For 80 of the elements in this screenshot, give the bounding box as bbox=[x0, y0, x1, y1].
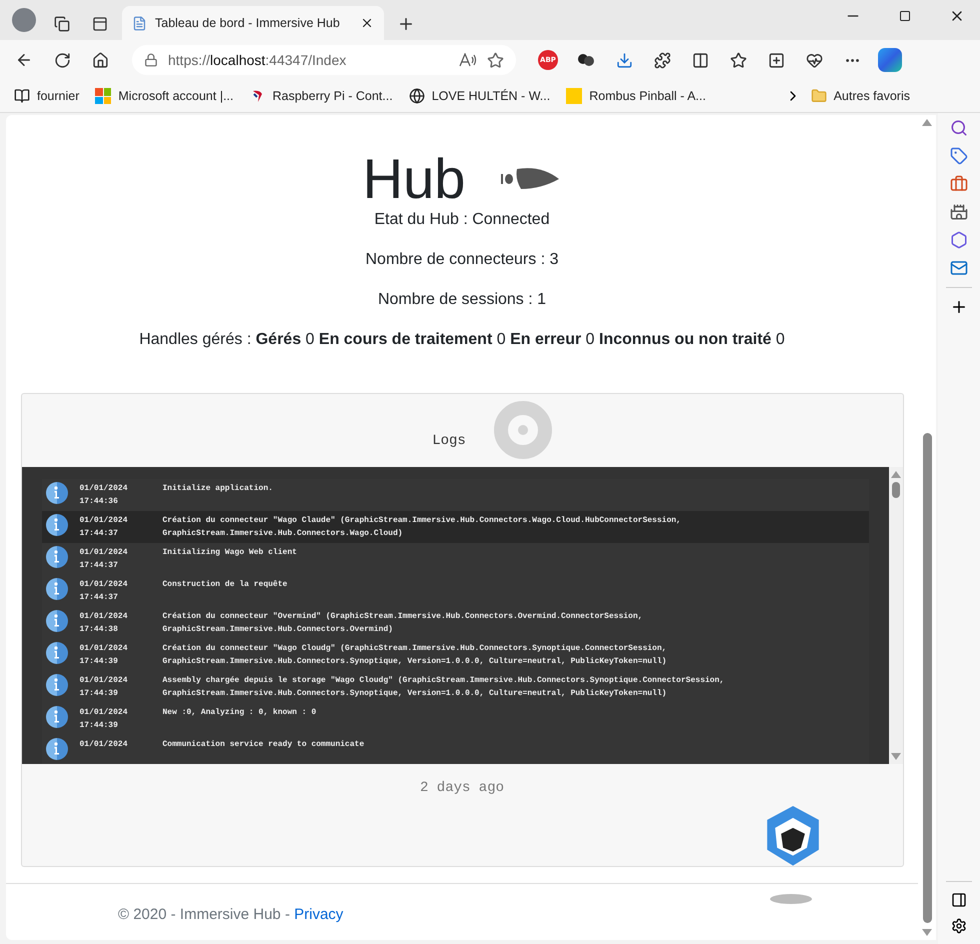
info-icon bbox=[46, 674, 68, 696]
sidebar-toggle-icon[interactable] bbox=[951, 892, 967, 908]
log-message: Assembly chargée depuis le storage "Wago Cloudg" (GraphicStream.Immersive.Hub.Connectors.Synoptique.ConnectorSession, bbox=[162, 674, 724, 686]
log-message: Initialize application. bbox=[162, 482, 273, 494]
settings-icon[interactable] bbox=[951, 918, 967, 934]
info-icon bbox=[46, 610, 68, 632]
bullet-drawing bbox=[501, 167, 562, 191]
log-time: 17:44:39 bbox=[80, 656, 119, 668]
log-date: 01/01/2024 bbox=[80, 514, 129, 526]
info-icon bbox=[46, 738, 68, 760]
address-bar[interactable]: https://localhost:44347/Index bbox=[132, 45, 516, 75]
read-aloud-icon[interactable] bbox=[459, 53, 477, 67]
windows-logo-icon bbox=[95, 88, 112, 104]
globe-icon bbox=[408, 88, 425, 104]
hexagon-icon[interactable] bbox=[950, 231, 968, 249]
bookmark-item[interactable]: LOVE HULTÉN - W... bbox=[402, 83, 556, 109]
updated-text: 2 days ago bbox=[420, 780, 504, 796]
log-date: 01/01/2024 bbox=[80, 578, 129, 590]
bookmark-item[interactable]: Microsoft account |... bbox=[89, 83, 240, 109]
target-icon bbox=[494, 401, 552, 460]
info-icon bbox=[46, 642, 68, 664]
bookmark-item[interactable]: Raspberry Pi - Cont... bbox=[244, 83, 399, 109]
privacy-link[interactable]: Privacy bbox=[294, 906, 344, 923]
log-time: 17:44:36 bbox=[80, 496, 119, 508]
log-time: 17:44:39 bbox=[80, 720, 119, 732]
log-message: Communication service ready to communicate bbox=[162, 738, 364, 750]
reader-icon bbox=[14, 88, 30, 104]
info-icon bbox=[46, 706, 68, 728]
log-message: Création du connecteur "Wago Cloudg" (GraphicStream.Immersive.Hub.Connectors.Synoptique.ConnectorSession, bbox=[162, 642, 667, 654]
bookmark-item[interactable]: fournier bbox=[8, 83, 86, 109]
log-time: 17:44:37 bbox=[80, 528, 119, 540]
page-scrollbar[interactable] bbox=[918, 115, 936, 940]
log-date: 01/01/2024 bbox=[80, 610, 129, 622]
handles-text: Handles gérés : Gérés 0 En cours de traitement 0 En erreur 0 Inconnus ou non traité 0 bbox=[139, 330, 785, 350]
other-favorites-folder[interactable]: Autres favoris bbox=[804, 83, 916, 109]
log-message: Création du connecteur "Wago Claude" (GraphicStream.Immersive.Hub.Connectors.Wago.Cloud.HubConnectorSession, bbox=[162, 514, 681, 526]
log-scrollbar[interactable] bbox=[888, 466, 902, 764]
info-icon bbox=[46, 514, 68, 536]
log-time: 17:44:37 bbox=[80, 592, 119, 604]
shadow-ellipse bbox=[770, 894, 812, 904]
tag-icon[interactable] bbox=[950, 147, 968, 165]
log-time: 17:44:38 bbox=[80, 624, 119, 636]
log-time: 17:44:39 bbox=[80, 688, 119, 700]
log-message: New :0, Analyzing : 0, known : 0 bbox=[162, 706, 316, 718]
log-date: 01/01/2024 bbox=[80, 642, 129, 654]
log-date: 01/01/2024 bbox=[80, 674, 129, 686]
info-icon bbox=[46, 578, 68, 600]
favorite-star-icon[interactable] bbox=[487, 52, 504, 68]
footer-text: © 2020 - Immersive Hub - bbox=[118, 906, 291, 923]
info-icon bbox=[46, 546, 68, 568]
stat-text: Nombre de sessions : 1 bbox=[378, 290, 546, 310]
folder-icon bbox=[810, 88, 827, 104]
briefcase-icon[interactable] bbox=[950, 175, 968, 193]
log-message: GraphicStream.Immersive.Hub.Connectors.Synoptique, Version=1.0.0.0, Culture=neutral, PublicKeyToken=null) bbox=[162, 688, 668, 700]
bookmark-item[interactable]: Rombus Pinball - A... bbox=[560, 83, 712, 109]
log-message: GraphicStream.Immersive.Hub.Connectors.Overmind) bbox=[162, 624, 394, 636]
page-icon bbox=[132, 16, 147, 30]
page-title: Hub bbox=[362, 149, 466, 209]
log-message: Initializing Wago Web client bbox=[162, 546, 297, 558]
stat-text: Nombre de connecteurs : 3 bbox=[366, 250, 558, 270]
search-icon[interactable] bbox=[950, 119, 968, 137]
log-date: 01/01/2024 bbox=[80, 482, 129, 494]
log-date: 01/01/2024 bbox=[80, 738, 129, 750]
lock-icon bbox=[144, 53, 158, 67]
mail-icon[interactable] bbox=[950, 259, 968, 277]
add-icon[interactable] bbox=[950, 298, 968, 316]
stat-text: Etat du Hub : Connected bbox=[374, 210, 550, 230]
logs-title: Logs bbox=[432, 433, 466, 450]
log-message: GraphicStream.Immersive.Hub.Connectors.Synoptique, Version=1.0.0.0, Culture=neutral, PublicKeyToken=null) bbox=[162, 656, 667, 668]
square-icon bbox=[566, 88, 582, 104]
info-icon bbox=[46, 482, 68, 504]
log-date: 01/01/2024 bbox=[80, 546, 129, 558]
log-message: Construction de la requête bbox=[162, 578, 288, 590]
log-date: 01/01/2024 bbox=[80, 706, 129, 718]
log-time: 17:44:37 bbox=[80, 560, 119, 572]
chess-icon[interactable] bbox=[950, 203, 968, 221]
log-message: GraphicStream.Immersive.Hub.Connectors.Wago.Cloud) bbox=[162, 528, 404, 540]
browser-tab[interactable]: Tableau de bord - Immersive Hub bbox=[122, 6, 384, 40]
log-message: Création du connecteur "Overmind" (GraphicStream.Immersive.Hub.Connectors.Overmind.ConnectorSession, bbox=[162, 610, 643, 622]
close-icon[interactable] bbox=[360, 16, 374, 30]
